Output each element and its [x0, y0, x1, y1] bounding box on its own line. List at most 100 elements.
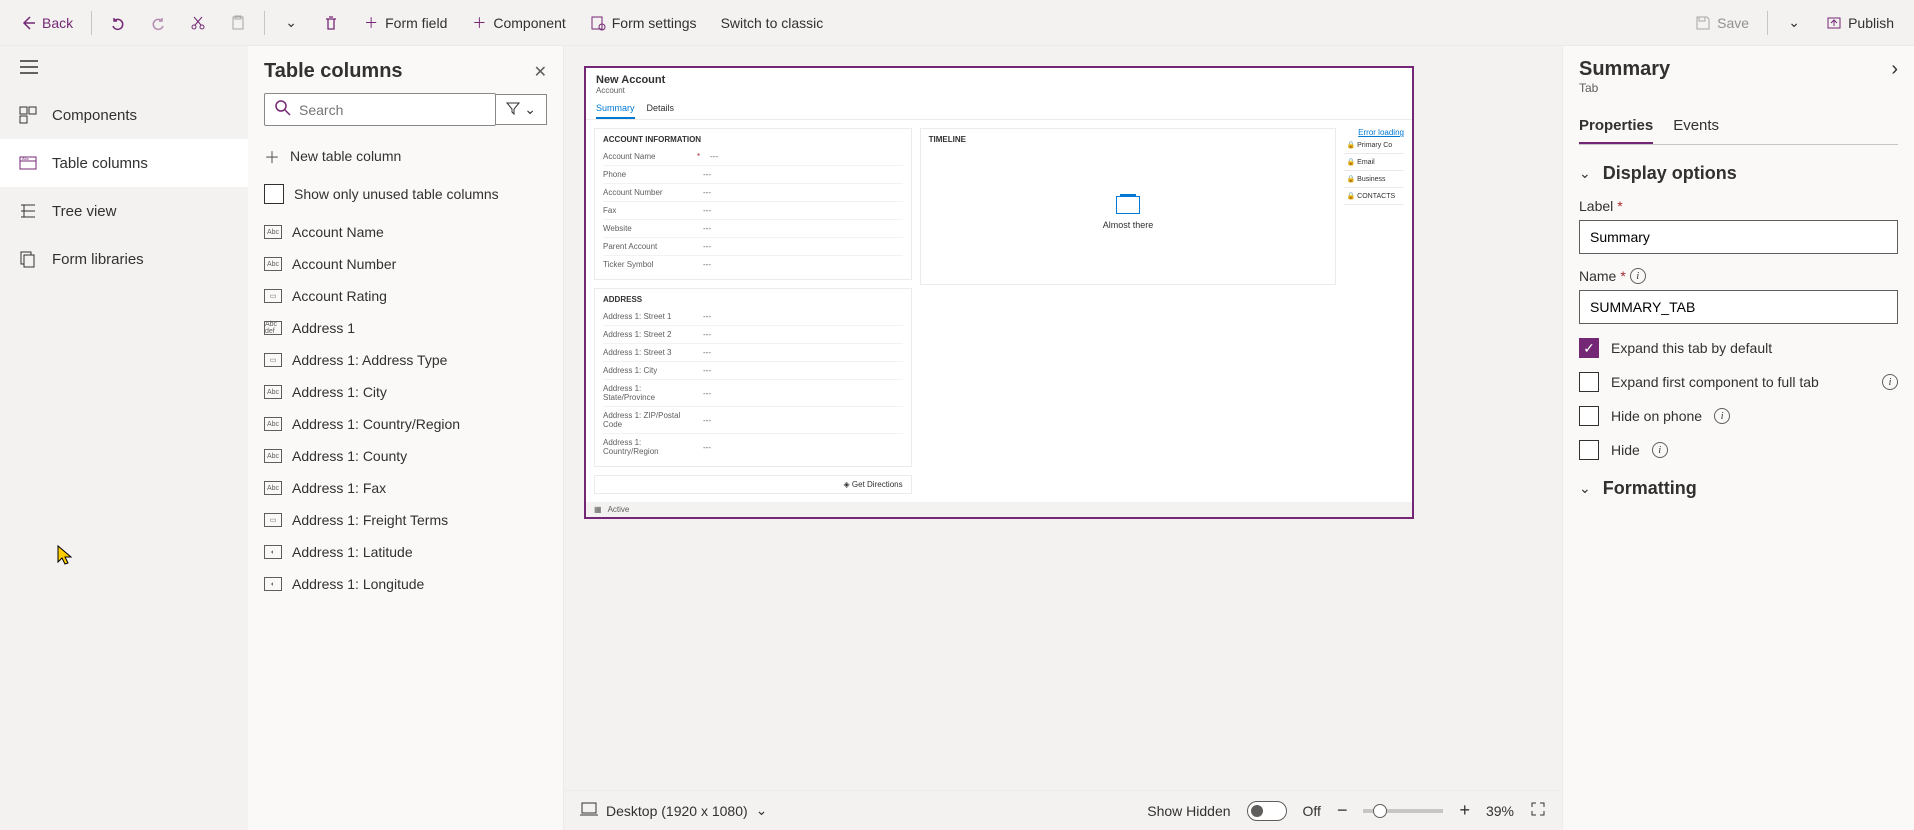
info-icon[interactable]: i	[1652, 442, 1668, 458]
expand-panel-button[interactable]: ›	[1891, 58, 1898, 81]
formatting-header[interactable]: ⌄ Formatting	[1579, 478, 1898, 499]
field-value: ---	[703, 206, 711, 215]
form-tab[interactable]: Details	[647, 99, 675, 119]
device-dropdown[interactable]: ⌄	[756, 802, 768, 819]
field-value: ---	[703, 416, 711, 425]
toggle-state: Off	[1303, 803, 1321, 819]
zoom-slider[interactable]	[1363, 809, 1443, 813]
paste-dropdown[interactable]: ⌄	[273, 9, 309, 37]
form-field-row[interactable]: Phone---	[603, 166, 903, 184]
zoom-value: 39%	[1486, 803, 1514, 819]
column-type-icon: ◐	[264, 545, 282, 559]
hide-phone-checkbox[interactable]: Hide on phone i	[1579, 406, 1898, 426]
show-hidden-toggle[interactable]	[1247, 801, 1287, 821]
arrow-left-icon	[20, 15, 36, 31]
form-field-row[interactable]: Ticker Symbol---	[603, 256, 903, 273]
search-input[interactable]	[299, 102, 485, 118]
form-field-row[interactable]: Address 1: Street 3---	[603, 344, 903, 362]
column-item[interactable]: ▭Address 1: Address Type	[248, 344, 563, 376]
new-table-column-button[interactable]: ＋ New table column	[248, 136, 563, 176]
switch-classic-button[interactable]: Switch to classic	[711, 9, 834, 37]
save-label: Save	[1717, 15, 1749, 31]
form-field-row[interactable]: Address 1: City---	[603, 362, 903, 380]
nav-components[interactable]: Components	[0, 91, 248, 139]
column-item[interactable]: AbcAccount Number	[248, 248, 563, 280]
close-panel-button[interactable]: ✕	[534, 62, 547, 82]
form-field-row[interactable]: Fax ---	[603, 202, 903, 220]
form-field-row[interactable]: Website---	[603, 220, 903, 238]
props-subtitle: Tab	[1579, 81, 1670, 95]
nav-table-columns[interactable]: Abc Table columns	[0, 139, 248, 187]
save-button[interactable]: Save	[1685, 9, 1759, 37]
save-dropdown[interactable]: ⌄	[1776, 9, 1812, 37]
field-label: Fax	[603, 206, 693, 215]
column-item[interactable]: AbcAccount Name	[248, 216, 563, 248]
delete-button[interactable]	[313, 9, 349, 37]
show-unused-checkbox-row[interactable]: Show only unused table columns	[248, 176, 563, 216]
form-field-row[interactable]: Address 1: Street 1---	[603, 308, 903, 326]
column-item[interactable]: Abc defAddress 1	[248, 312, 563, 344]
hide-checkbox[interactable]: Hide i	[1579, 440, 1898, 460]
expand-default-checkbox[interactable]: ✓ Expand this tab by default	[1579, 338, 1898, 358]
address-section[interactable]: ADDRESS Address 1: Street 1---Address 1:…	[594, 288, 912, 467]
timeline-section[interactable]: Timeline Almost there	[920, 128, 1337, 285]
nav-tree-view[interactable]: Tree view	[0, 187, 248, 235]
get-directions-row[interactable]: ◈ Get Directions	[594, 475, 912, 494]
form-field-row[interactable]: Parent Account---	[603, 238, 903, 256]
column-item[interactable]: ◐Address 1: Latitude	[248, 536, 563, 568]
display-options-header[interactable]: ⌄ Display options	[1579, 163, 1898, 184]
form-settings-button[interactable]: Form settings	[580, 9, 707, 37]
column-item[interactable]: ▭Address 1: Freight Terms	[248, 504, 563, 536]
lock-icon: 🔒	[1346, 192, 1355, 200]
column-type-icon: ◐	[264, 577, 282, 591]
expand-first-checkbox[interactable]: Expand first component to full tab i	[1579, 372, 1898, 392]
zoom-out-button[interactable]: −	[1337, 800, 1348, 821]
zoom-in-button[interactable]: +	[1459, 800, 1470, 821]
back-button[interactable]: Back	[10, 9, 83, 37]
components-icon	[18, 105, 38, 125]
add-form-field-button[interactable]: ＋ Form field	[353, 9, 457, 37]
error-loading-link[interactable]: Error loading	[1344, 128, 1404, 137]
publish-button[interactable]: Publish	[1816, 9, 1904, 37]
redo-button[interactable]	[140, 9, 176, 37]
form-preview[interactable]: New Account Account SummaryDetails ACCOU…	[584, 66, 1414, 519]
fit-screen-button[interactable]	[1530, 801, 1546, 820]
info-icon[interactable]: i	[1714, 408, 1730, 424]
account-info-section[interactable]: ACCOUNT INFORMATION Account Name*---Phon…	[594, 128, 912, 280]
form-field-row[interactable]: Account Name*---	[603, 148, 903, 166]
column-item[interactable]: AbcAddress 1: City	[248, 376, 563, 408]
name-input[interactable]	[1579, 290, 1898, 324]
column-item[interactable]: AbcAddress 1: Fax	[248, 472, 563, 504]
tab-events[interactable]: Events	[1673, 109, 1719, 144]
form-field-row[interactable]: Address 1: ZIP/Postal Code---	[603, 407, 903, 434]
column-label: Address 1	[292, 320, 355, 336]
cut-button[interactable]	[180, 9, 216, 37]
column-item[interactable]: AbcAddress 1: County	[248, 440, 563, 472]
column-item[interactable]: ▭Account Rating	[248, 280, 563, 312]
info-icon[interactable]: i	[1882, 374, 1898, 390]
form-tab[interactable]: Summary	[596, 99, 635, 119]
add-component-button[interactable]: ＋ Component	[461, 9, 575, 37]
hamburger-button[interactable]	[0, 46, 248, 91]
filter-button[interactable]: ⌄	[496, 94, 547, 125]
info-icon[interactable]: i	[1630, 268, 1646, 284]
form-title: New Account	[596, 74, 1402, 86]
form-field-row[interactable]: Account Number---	[603, 184, 903, 202]
undo-button[interactable]	[100, 9, 136, 37]
side-panel-item[interactable]: 🔒Email	[1344, 154, 1404, 171]
side-panel-item[interactable]: 🔒CONTACTS	[1344, 188, 1404, 205]
tab-properties[interactable]: Properties	[1579, 109, 1653, 144]
paste-button[interactable]	[220, 9, 256, 37]
form-field-row[interactable]: Address 1: Street 2---	[603, 326, 903, 344]
nav-form-libraries[interactable]: Form libraries	[0, 235, 248, 283]
label-input[interactable]	[1579, 220, 1898, 254]
section-title: Display options	[1603, 163, 1737, 184]
search-input-wrapper[interactable]	[264, 93, 496, 126]
form-field-row[interactable]: Address 1: Country/Region---	[603, 434, 903, 460]
column-item[interactable]: ◐Address 1: Longitude	[248, 568, 563, 600]
column-item[interactable]: AbcAddress 1: Country/Region	[248, 408, 563, 440]
side-panel-item[interactable]: 🔒Business	[1344, 171, 1404, 188]
form-field-row[interactable]: Address 1: State/Province---	[603, 380, 903, 407]
side-panel-item[interactable]: 🔒Primary Co	[1344, 137, 1404, 154]
field-label: Parent Account	[603, 242, 693, 251]
